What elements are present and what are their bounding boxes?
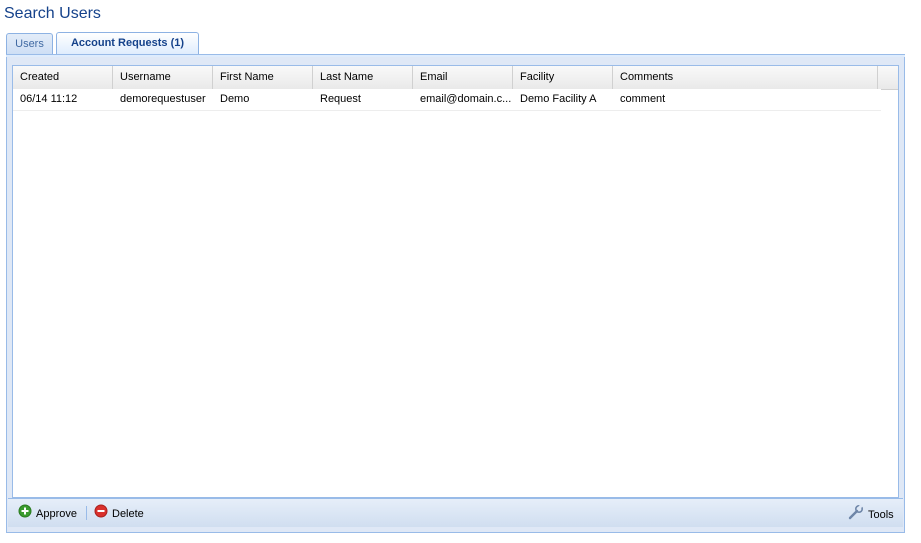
column-header-last-name[interactable]: Last Name <box>313 66 413 89</box>
approve-button[interactable]: Approve <box>18 504 77 522</box>
column-header-created[interactable]: Created <box>13 66 113 89</box>
approve-label: Approve <box>36 507 77 520</box>
page-title: Search Users <box>4 5 101 22</box>
table-row[interactable]: 06/14 11:12 demorequestuser Demo Request… <box>13 89 881 111</box>
delete-button[interactable]: Delete <box>94 504 144 522</box>
tab-account-requests[interactable]: Account Requests (1) <box>56 32 199 55</box>
remove-circle-icon <box>94 504 108 524</box>
column-header-facility[interactable]: Facility <box>513 66 613 89</box>
bottom-toolbar: Approve Delete Tools <box>8 498 903 527</box>
account-requests-grid: Created Username First Name Last Name Em… <box>12 65 899 498</box>
column-header-first-name[interactable]: First Name <box>213 66 313 89</box>
tab-users[interactable]: Users <box>6 33 53 54</box>
tools-button[interactable]: Tools <box>848 504 894 522</box>
column-header-username[interactable]: Username <box>113 66 213 89</box>
account-requests-panel: Created Username First Name Last Name Em… <box>6 57 905 533</box>
cell-comments: comment <box>620 93 666 105</box>
cell-username: demorequestuser <box>120 93 206 105</box>
cell-email: email@domain.c... <box>420 93 512 105</box>
tools-label: Tools <box>868 508 894 521</box>
column-header-spacer <box>878 66 898 89</box>
cell-facility: Demo Facility A <box>520 93 597 105</box>
wrench-icon <box>848 504 864 526</box>
column-header-email[interactable]: Email <box>413 66 513 89</box>
toolbar-separator <box>86 506 87 520</box>
cell-first-name: Demo <box>220 93 250 105</box>
delete-label: Delete <box>112 507 144 520</box>
cell-last-name: Request <box>320 93 361 105</box>
cell-created: 06/14 11:12 <box>20 93 78 105</box>
column-header-comments[interactable]: Comments <box>613 66 878 89</box>
add-circle-icon <box>18 504 32 524</box>
grid-header: Created Username First Name Last Name Em… <box>13 66 898 90</box>
